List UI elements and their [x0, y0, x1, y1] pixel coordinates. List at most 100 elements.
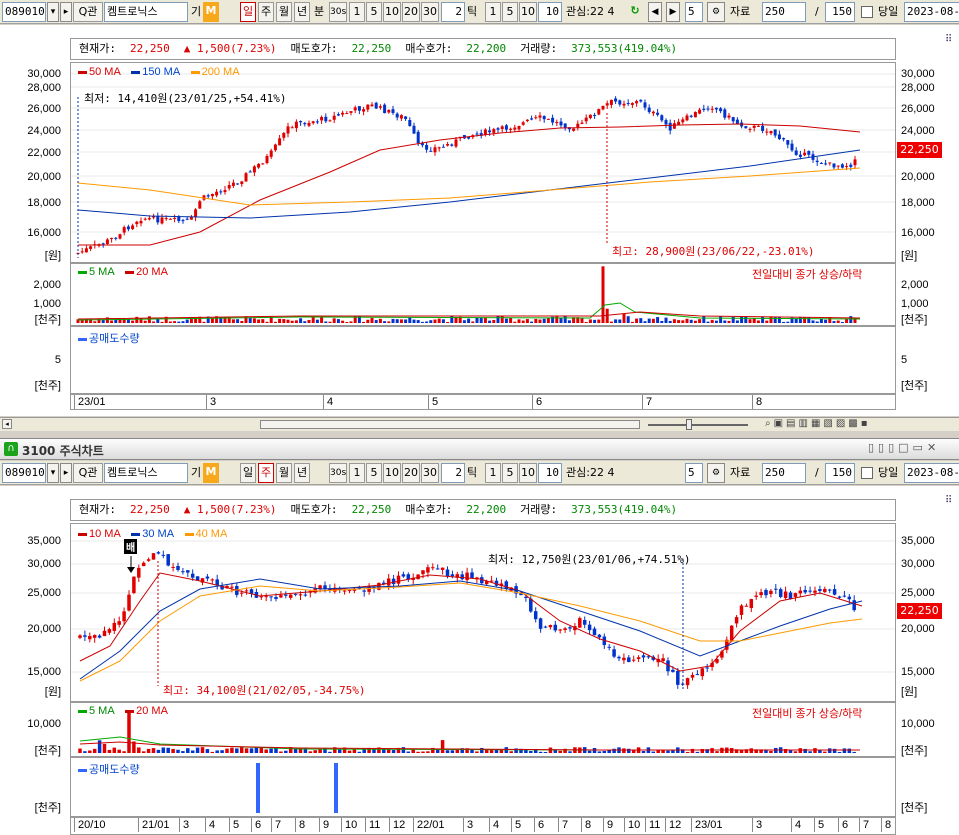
volume-bar [294, 320, 298, 323]
candle-body [151, 553, 156, 560]
volume-bar [450, 750, 455, 753]
candle-body [517, 126, 521, 130]
candle-body [168, 218, 172, 220]
volume-bar [714, 320, 718, 323]
volume-bar [558, 750, 562, 753]
volume-bar [370, 317, 374, 323]
candle-body [240, 181, 244, 185]
scroll-thumb[interactable] [260, 420, 640, 429]
volume-bar [836, 320, 840, 323]
candle-body [450, 144, 454, 146]
candle-body [617, 656, 621, 659]
vol-legend-20ma: 20 MA [136, 266, 168, 278]
candle-body [593, 114, 597, 116]
candle-body [668, 122, 672, 131]
volume-bar [408, 317, 412, 323]
candle-body [198, 201, 202, 209]
volume-bar [421, 751, 425, 753]
bottom-vol-unit: [천주] [34, 745, 61, 757]
volume-bar [362, 321, 366, 323]
volume-bar [492, 319, 496, 323]
volume-bar [78, 748, 82, 753]
volume-bar [88, 750, 92, 753]
candle-body [793, 593, 798, 597]
candle-body [578, 618, 582, 628]
volume-bar [622, 748, 626, 753]
candle-body [774, 588, 778, 590]
volume-bar [602, 750, 607, 753]
volume-bar [395, 319, 399, 323]
volume-bar [102, 743, 107, 753]
volume-bar [257, 319, 261, 323]
volume-bar [282, 319, 286, 323]
top-y-tick: 18,000 [27, 197, 61, 209]
bottom-vol-legend: 5 MA 20 MA [78, 705, 168, 717]
vol-legend-5ma: 5 MA [89, 705, 115, 717]
window-titlebar[interactable]: ∩ 3100 주식차트 ▯▯▯□▭✕ [0, 438, 959, 460]
candle-body [186, 570, 190, 573]
volume-bar [509, 317, 513, 323]
window-controls-icon[interactable]: ▯▯▯□▭✕ [868, 441, 940, 454]
window-title: 3100 주식차트 [22, 444, 104, 458]
candle-body [315, 121, 319, 123]
volume-bar [166, 747, 170, 753]
bottom-unit: [원] [44, 686, 61, 698]
candle-body [783, 591, 788, 599]
top-chart-pane: 089010 ▾ ▸ Q관 켐트로닉스 기 M 일 주 월 년 분 30s 1 … [0, 0, 959, 432]
candle-body [723, 109, 727, 118]
candle-body [78, 635, 82, 638]
candle-body [597, 109, 601, 115]
volume-bar [534, 318, 538, 323]
candle-body [160, 217, 164, 224]
candle-body [488, 130, 492, 133]
volume-bar [117, 749, 121, 753]
candle-body [612, 649, 616, 657]
volume-bar [840, 321, 844, 323]
volume-bar [777, 316, 781, 323]
zoom-tools-icon[interactable]: ⌕▣▤▥▦▧▨▩▪ [765, 418, 871, 429]
candle-body [500, 126, 504, 129]
volume-bar [347, 750, 352, 753]
scroll-left-icon[interactable]: ◂ [2, 419, 12, 429]
candle-body [293, 593, 298, 595]
bottom-low-annotation: 최저: 12,750원(23/01/06,+74.51%) [488, 553, 691, 566]
volume-bar [210, 751, 215, 753]
candle-body [605, 103, 609, 106]
candle-body [366, 104, 370, 110]
ma-line [79, 582, 863, 682]
volume-bar [749, 748, 754, 753]
volume-bar [627, 748, 631, 753]
volume-bar [185, 319, 189, 323]
candle-body [431, 567, 435, 569]
volume-bar [765, 320, 769, 323]
legend-40ma: 40 MA [195, 528, 228, 540]
candle-body [404, 116, 408, 119]
vol-legend-5ma: 5 MA [89, 266, 115, 278]
candle-body [401, 574, 406, 577]
candle-body [572, 128, 576, 131]
volume-bar [404, 319, 408, 323]
candle-body [607, 646, 611, 648]
candle-body [695, 674, 700, 676]
candle-body [391, 578, 396, 585]
zoom-slider-thumb[interactable] [686, 419, 692, 430]
volume-bar [293, 748, 298, 753]
volume-bar [374, 320, 378, 323]
volume-bar [337, 749, 342, 753]
candle-body [269, 596, 273, 598]
candle-body [342, 590, 347, 592]
volume-bar [666, 750, 670, 753]
zoom-slider[interactable] [648, 424, 748, 426]
bottom-y-tick: 15,000 [27, 666, 61, 678]
volume-bar [328, 751, 332, 753]
volume-bar [584, 321, 588, 323]
candle-body [852, 600, 856, 611]
candle-body [582, 620, 587, 625]
top-scrollbar[interactable]: ◂ ⌕▣▤▥▦▧▨▩▪ [0, 417, 959, 431]
volume-bar [299, 318, 303, 323]
bottom-short-unit-r: [천주] [901, 802, 928, 814]
volume-bar [538, 751, 543, 753]
volume-bar [852, 751, 856, 753]
volume-bar [715, 751, 719, 753]
volume-bar [399, 319, 403, 323]
